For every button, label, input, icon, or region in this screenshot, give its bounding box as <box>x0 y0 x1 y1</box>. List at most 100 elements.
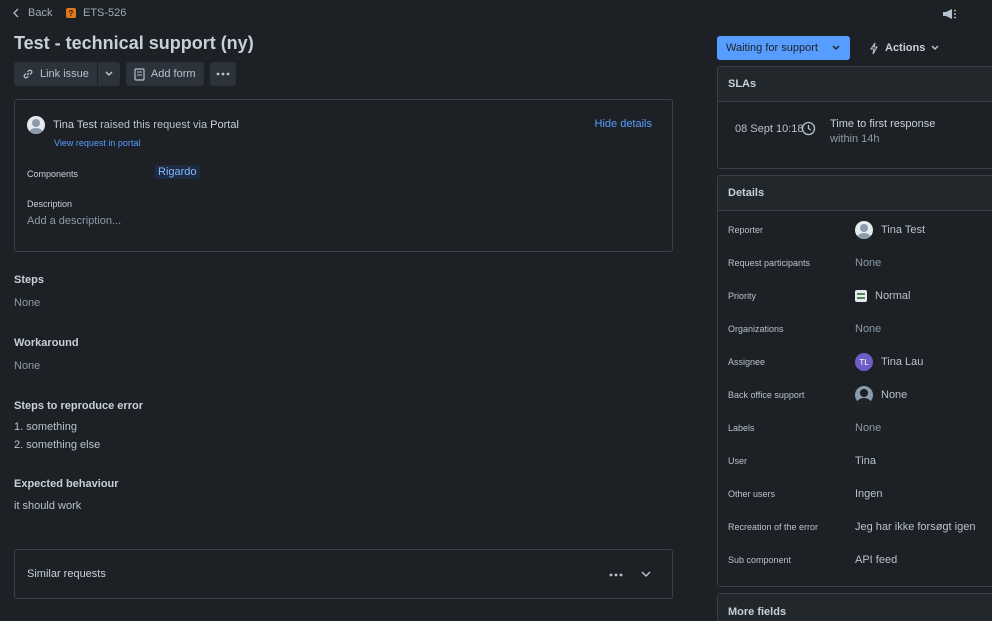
detail-label: Other users <box>728 489 776 499</box>
detail-value: Jeg har ikke forsøgt igen <box>855 521 976 533</box>
back-button[interactable]: Back <box>12 7 52 19</box>
detail-value: TL Tina Lau <box>855 353 923 371</box>
link-issue-label: Link issue <box>40 68 89 80</box>
issue-type-icon: ? <box>66 8 76 18</box>
chevron-down-icon[interactable] <box>641 571 651 578</box>
list-item: 1. something <box>14 421 77 433</box>
request-details-panel: Tina Test raised this request via Portal… <box>14 99 673 252</box>
more-fields-header[interactable]: More fields <box>718 594 992 621</box>
link-issue-dropdown[interactable] <box>97 62 120 86</box>
reporter-name: Tina Test <box>53 119 98 131</box>
chevron-down-icon <box>105 71 113 77</box>
issue-toolbar: Link issue Add form <box>14 62 236 86</box>
add-form-button[interactable]: Add form <box>125 62 204 86</box>
detail-row-labels[interactable]: Labels None <box>728 418 992 438</box>
more-fields-panel: More fields <box>717 593 992 621</box>
back-office-value: None <box>881 389 908 401</box>
issue-key: ETS-526 <box>83 7 127 19</box>
avatar <box>855 221 873 239</box>
detail-row-priority[interactable]: Priority Normal <box>728 286 992 306</box>
form-icon <box>134 67 145 81</box>
workaround-heading: Workaround <box>14 337 79 349</box>
component-tag[interactable]: Rigardo <box>155 165 200 179</box>
detail-label: Recreation of the error <box>728 522 819 532</box>
actions-label: Actions <box>885 42 926 54</box>
detail-label: Assignee <box>728 357 766 367</box>
detail-row-participants[interactable]: Request participants None <box>728 253 992 273</box>
detail-row-organizations[interactable]: Organizations None <box>728 319 992 339</box>
steps-to-reproduce-value[interactable]: 1. something 2. something else <box>14 418 100 454</box>
status-dropdown[interactable]: Waiting for support <box>717 36 850 60</box>
clock-icon <box>801 121 816 136</box>
expected-behaviour-value[interactable]: it should work <box>14 497 81 515</box>
components-value[interactable]: Rigardo <box>155 165 200 179</box>
detail-label: Back office support <box>728 390 805 400</box>
steps-heading: Steps <box>14 274 44 286</box>
raised-by: Tina Test raised this request via Portal <box>27 116 239 134</box>
view-in-portal-link[interactable]: View request in portal <box>54 138 140 148</box>
steps-value[interactable]: None <box>14 297 40 309</box>
detail-label: Sub component <box>728 555 792 565</box>
workaround-value[interactable]: None <box>14 360 40 372</box>
status-label: Waiting for support <box>726 42 818 54</box>
similar-requests-panel[interactable]: Similar requests <box>14 549 673 599</box>
detail-value: None <box>855 422 882 434</box>
components-label: Components <box>27 169 79 179</box>
detail-value: None <box>855 323 882 335</box>
unassigned-avatar-icon <box>855 386 873 404</box>
list-item: 2. something else <box>14 439 101 451</box>
slas-header[interactable]: SLAs <box>718 67 992 102</box>
chevron-down-icon <box>832 45 840 51</box>
details-header[interactable]: Details <box>718 176 992 211</box>
detail-value: Ingen <box>855 488 883 500</box>
link-issue-button[interactable]: Link issue <box>14 62 97 86</box>
detail-row-back-office[interactable]: Back office support None <box>728 385 992 405</box>
slas-panel: SLAs 08 Sept 10:18 Time to first respons… <box>717 66 992 169</box>
detail-row-reporter[interactable]: Reporter Tina Test <box>728 220 992 240</box>
sla-date: 08 Sept 10:18 <box>735 123 804 135</box>
more-actions-button[interactable] <box>209 62 236 86</box>
detail-label: User <box>728 456 748 466</box>
request-channel: Portal <box>210 119 239 131</box>
raised-text: raised this request via <box>100 119 208 131</box>
steps-to-reproduce-heading: Steps to reproduce error <box>14 400 143 412</box>
lightning-icon <box>869 42 878 54</box>
chevron-left-icon <box>12 8 19 18</box>
megaphone-icon[interactable] <box>941 6 957 22</box>
reporter-value: Tina Test <box>881 224 926 236</box>
more-icon[interactable] <box>609 573 623 577</box>
link-issue-group: Link issue <box>14 62 120 86</box>
detail-label: Reporter <box>728 225 764 235</box>
link-icon <box>23 69 33 79</box>
detail-row-assignee[interactable]: Assignee TL Tina Lau <box>728 352 992 372</box>
priority-value: Normal <box>875 290 911 302</box>
description-input[interactable]: Add a description... <box>27 215 121 227</box>
detail-label: Labels <box>728 423 755 433</box>
detail-label: Priority <box>728 291 757 301</box>
detail-row-other-users[interactable]: Other users Ingen <box>728 484 992 504</box>
detail-value: Tina Test <box>855 221 925 239</box>
expected-behaviour-heading: Expected behaviour <box>14 478 119 490</box>
page-title[interactable]: Test - technical support (ny) <box>14 33 254 54</box>
details-panel: Details Reporter Tina Test Request parti… <box>717 175 992 587</box>
actions-dropdown[interactable]: Actions <box>866 36 942 60</box>
avatar: TL <box>855 353 873 371</box>
description-label: Description <box>27 199 73 209</box>
avatar <box>27 116 45 134</box>
detail-label: Organizations <box>728 324 784 334</box>
sla-remaining: within 14h <box>830 133 880 145</box>
list-item: it should work <box>14 500 82 512</box>
detail-value: Normal <box>855 290 910 302</box>
detail-value: API feed <box>855 554 898 566</box>
detail-row-recreation[interactable]: Recreation of the error Jeg har ikke for… <box>728 517 992 537</box>
chevron-down-icon <box>931 45 939 51</box>
issue-key-breadcrumb[interactable]: ? ETS-526 <box>66 7 126 19</box>
back-label: Back <box>28 7 53 19</box>
detail-row-sub-component[interactable]: Sub component API feed <box>728 550 992 570</box>
detail-value: None <box>855 386 907 404</box>
detail-row-user[interactable]: User Tina <box>728 451 992 471</box>
similar-requests-label: Similar requests <box>27 568 106 580</box>
more-icon <box>216 72 229 76</box>
hide-details-link[interactable]: Hide details <box>595 118 652 130</box>
assignee-value: Tina Lau <box>881 356 924 368</box>
